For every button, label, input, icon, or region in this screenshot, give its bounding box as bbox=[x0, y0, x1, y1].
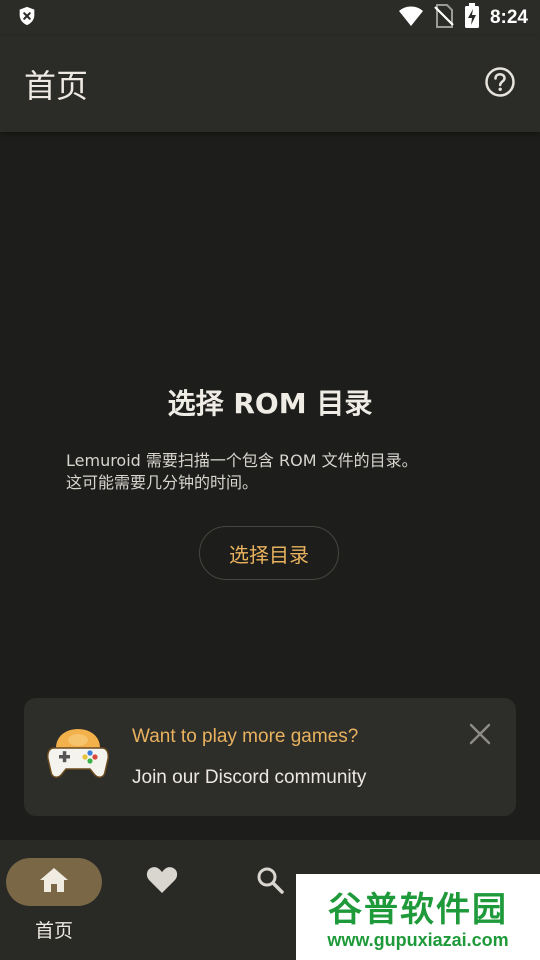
app-bar: 首页 bbox=[0, 36, 540, 132]
description-line-1: Lemuroid 需要扫描一个包含 ROM 文件的目录。 bbox=[66, 451, 418, 470]
select-directory-button[interactable]: 选择目录 bbox=[199, 526, 339, 580]
nav-active-indicator bbox=[6, 858, 102, 906]
status-time: 8:24 bbox=[489, 7, 528, 28]
no-sim-icon bbox=[434, 4, 454, 32]
promo-subtitle: Join our Discord community bbox=[132, 767, 367, 788]
discord-promo-card[interactable]: Want to play more games? Join our Discor… bbox=[24, 698, 516, 816]
gamepad-face-icon bbox=[46, 726, 110, 782]
nav-item-favorites[interactable] bbox=[108, 840, 216, 960]
close-icon[interactable] bbox=[468, 722, 492, 746]
shield-x-icon bbox=[16, 5, 38, 31]
status-bar: 8:24 bbox=[0, 0, 540, 36]
watermark-logo: 谷普软件园 www.gupuxiazai.com bbox=[296, 874, 540, 960]
help-button[interactable] bbox=[482, 66, 518, 102]
description-line-2: 这可能需要几分钟的时间。 bbox=[66, 473, 259, 492]
status-icons: 8:24 bbox=[398, 3, 528, 33]
battery-charging-icon bbox=[464, 3, 480, 33]
promo-title: Want to play more games? bbox=[132, 726, 359, 747]
help-circle-icon bbox=[484, 66, 516, 102]
watermark-title: 谷普软件园 bbox=[328, 890, 508, 930]
search-icon bbox=[256, 866, 284, 898]
watermark-url: www.gupuxiazai.com bbox=[327, 930, 509, 950]
nav-item-home[interactable]: 首页 bbox=[0, 840, 108, 960]
empty-state-title: 选择 ROM 目录 bbox=[167, 387, 373, 420]
nav-label-home: 首页 bbox=[34, 920, 73, 942]
heart-icon bbox=[146, 866, 178, 898]
wifi-icon bbox=[398, 5, 424, 31]
home-icon bbox=[39, 867, 69, 897]
empty-state-description: Lemuroid 需要扫描一个包含 ROM 文件的目录。 这可能需要几分钟的时间… bbox=[66, 450, 486, 494]
page-title: 首页 bbox=[24, 67, 89, 105]
